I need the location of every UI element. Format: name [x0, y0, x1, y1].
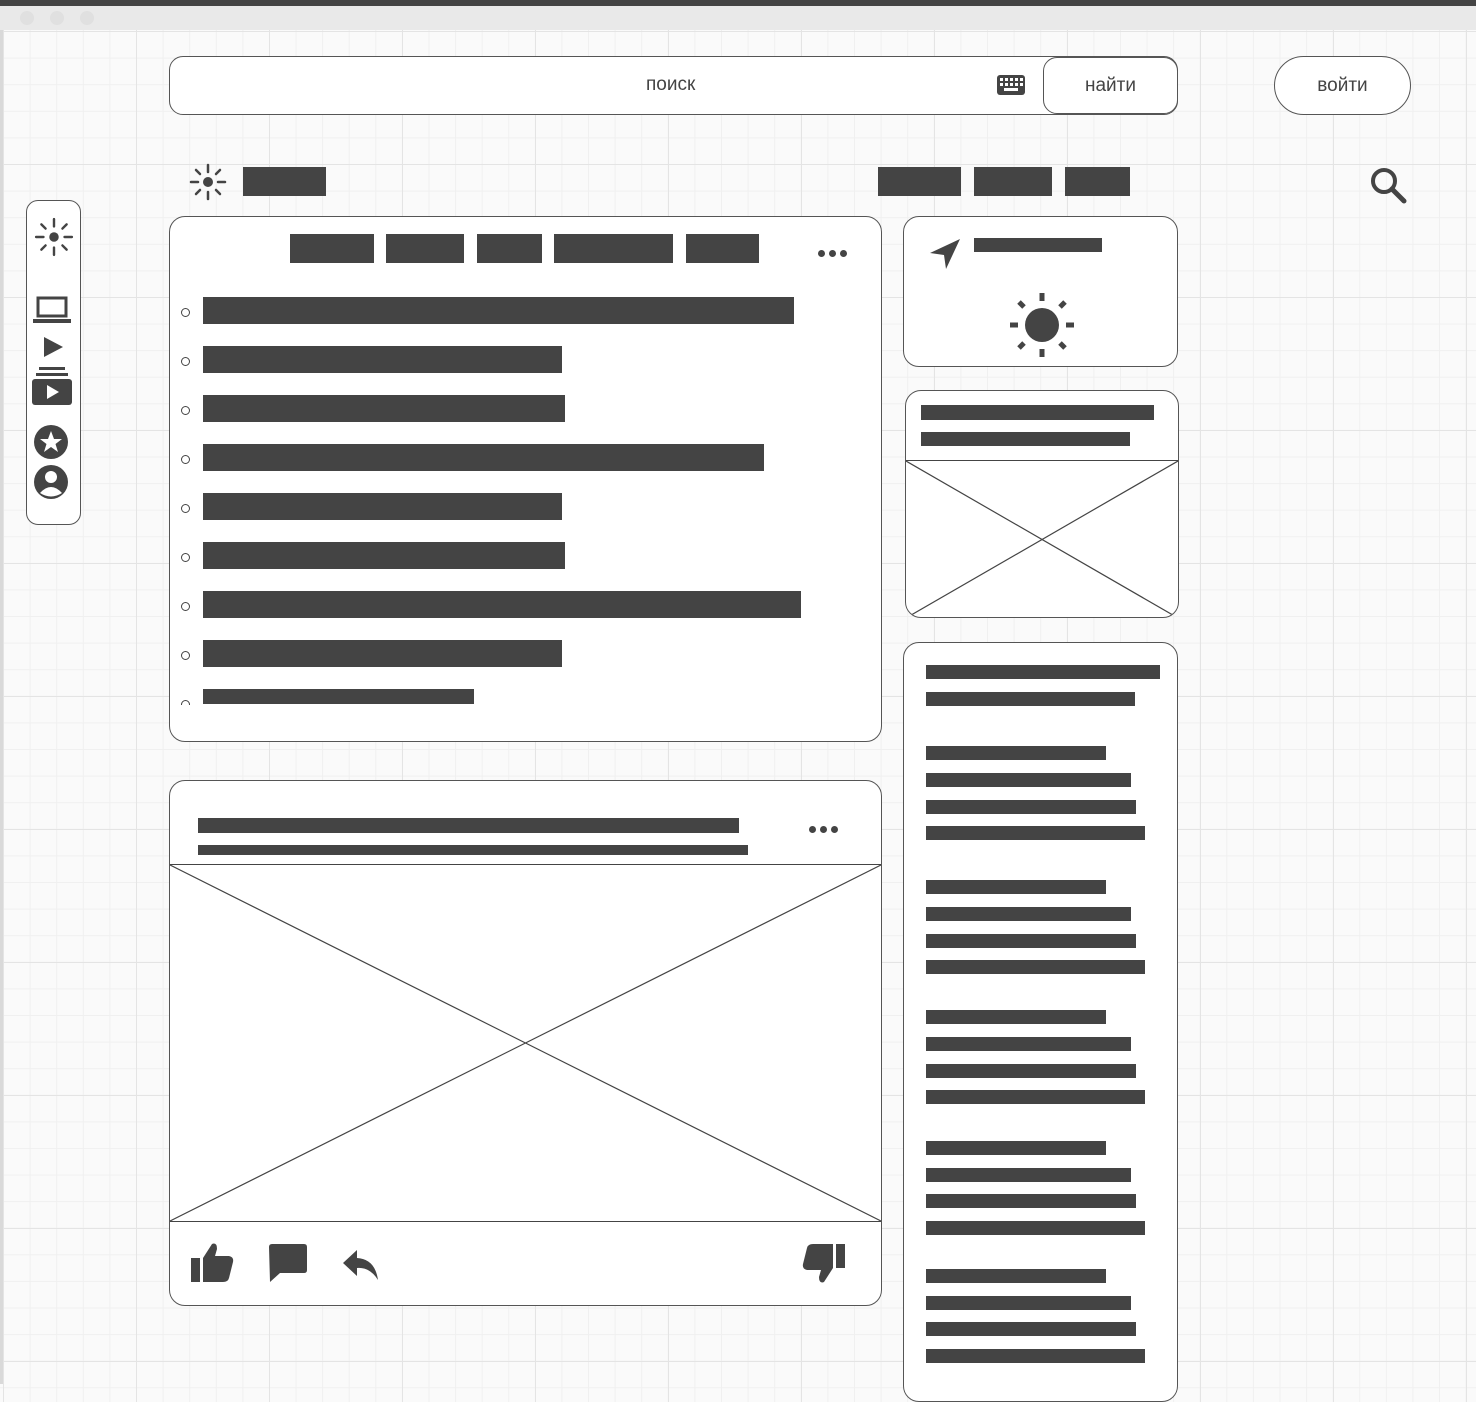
location-arrow-icon[interactable] — [928, 237, 962, 276]
list-bullet — [181, 357, 190, 366]
search-button-label: найти — [1085, 74, 1136, 96]
list-bullet — [181, 602, 190, 611]
side-text-line[interactable] — [926, 665, 1160, 679]
side-text-line[interactable] — [926, 907, 1131, 921]
news-item[interactable] — [203, 346, 562, 373]
side-text-line[interactable] — [926, 1269, 1106, 1283]
laptop-icon[interactable] — [31, 295, 73, 330]
news-item[interactable] — [203, 493, 562, 520]
news-tab[interactable] — [477, 234, 542, 263]
side-text-line[interactable] — [926, 1064, 1136, 1078]
side-text-line[interactable] — [926, 1322, 1136, 1336]
side-text-line[interactable] — [926, 1010, 1106, 1024]
search-button[interactable]: найти — [1043, 57, 1178, 114]
side-text-line[interactable] — [926, 1349, 1145, 1363]
side-text-line[interactable] — [926, 1037, 1131, 1051]
login-button[interactable]: войти — [1274, 56, 1411, 115]
window-left-edge — [0, 30, 3, 1384]
list-bullet — [181, 406, 190, 415]
side-text-line[interactable] — [926, 800, 1136, 814]
search-input[interactable]: поиск — [169, 56, 1178, 115]
side-text-card — [903, 642, 1178, 1402]
star-icon[interactable] — [33, 424, 69, 465]
post-title-placeholder — [198, 818, 739, 833]
list-bullet — [181, 651, 190, 660]
window-close-button[interactable] — [20, 11, 34, 25]
news-item[interactable] — [203, 640, 562, 667]
list-bullet — [181, 455, 190, 464]
window-minimize-button[interactable] — [50, 11, 64, 25]
side-media-card[interactable] — [905, 390, 1179, 618]
list-bullet — [181, 700, 190, 705]
post-image[interactable] — [170, 864, 881, 1222]
news-list-fade — [170, 689, 881, 705]
news-item[interactable] — [203, 542, 565, 569]
side-card-title-placeholder — [921, 405, 1154, 420]
side-text-line[interactable] — [926, 960, 1145, 974]
news-item[interactable] — [203, 444, 764, 471]
keyboard-icon[interactable] — [996, 73, 1026, 103]
list-bullet — [181, 504, 190, 513]
news-tab[interactable] — [686, 234, 759, 263]
sidebar — [26, 200, 81, 525]
logo-text-placeholder — [243, 167, 326, 196]
news-item[interactable] — [203, 297, 794, 324]
more-icon[interactable] — [809, 826, 838, 833]
news-tab[interactable] — [290, 234, 374, 263]
news-card — [169, 216, 882, 742]
side-text-line[interactable] — [926, 934, 1136, 948]
side-text-line[interactable] — [926, 692, 1135, 706]
side-card-image[interactable] — [906, 460, 1178, 617]
header-nav-item[interactable] — [974, 167, 1052, 196]
search-placeholder: поиск — [646, 74, 696, 95]
post-subtitle-placeholder — [198, 845, 748, 855]
side-text-line[interactable] — [926, 1168, 1131, 1182]
search-icon[interactable] — [1368, 165, 1408, 210]
side-card-subtitle-placeholder — [921, 432, 1130, 446]
thumbs-up-icon[interactable] — [190, 1241, 234, 1288]
side-text-line[interactable] — [926, 1221, 1145, 1235]
side-text-line[interactable] — [926, 1296, 1131, 1310]
list-bullet — [181, 308, 190, 317]
list-bullet — [181, 553, 190, 562]
weather-card[interactable] — [903, 216, 1178, 367]
header-nav-item[interactable] — [1065, 167, 1130, 196]
news-item[interactable] — [203, 395, 565, 422]
post-card — [169, 780, 882, 1306]
news-tab[interactable] — [386, 234, 464, 263]
window-maximize-button[interactable] — [80, 11, 94, 25]
reply-icon[interactable] — [342, 1247, 380, 1288]
side-text-line[interactable] — [926, 1194, 1136, 1208]
side-text-line[interactable] — [926, 1141, 1106, 1155]
sun-icon — [1008, 291, 1076, 364]
side-text-line[interactable] — [926, 826, 1145, 840]
weather-location-placeholder — [974, 238, 1102, 252]
sidebar-item-home[interactable] — [34, 217, 74, 262]
comment-icon[interactable] — [268, 1243, 308, 1288]
play-icon[interactable] — [41, 335, 65, 364]
more-icon[interactable] — [818, 250, 847, 257]
side-text-line[interactable] — [926, 1090, 1145, 1104]
side-text-line[interactable] — [926, 880, 1106, 894]
side-text-line[interactable] — [926, 746, 1106, 760]
user-icon[interactable] — [33, 464, 69, 505]
news-tab[interactable] — [554, 234, 673, 263]
thumbs-down-icon[interactable] — [802, 1243, 846, 1290]
news-item[interactable] — [203, 591, 801, 618]
window-title-bar — [0, 0, 1476, 30]
side-text-line[interactable] — [926, 773, 1131, 787]
sun-logo-icon[interactable] — [189, 163, 227, 206]
header-nav-item[interactable] — [878, 167, 961, 196]
news-item[interactable] — [203, 689, 474, 704]
video-playlist-icon[interactable] — [31, 366, 73, 411]
login-button-label: войти — [1317, 74, 1368, 96]
